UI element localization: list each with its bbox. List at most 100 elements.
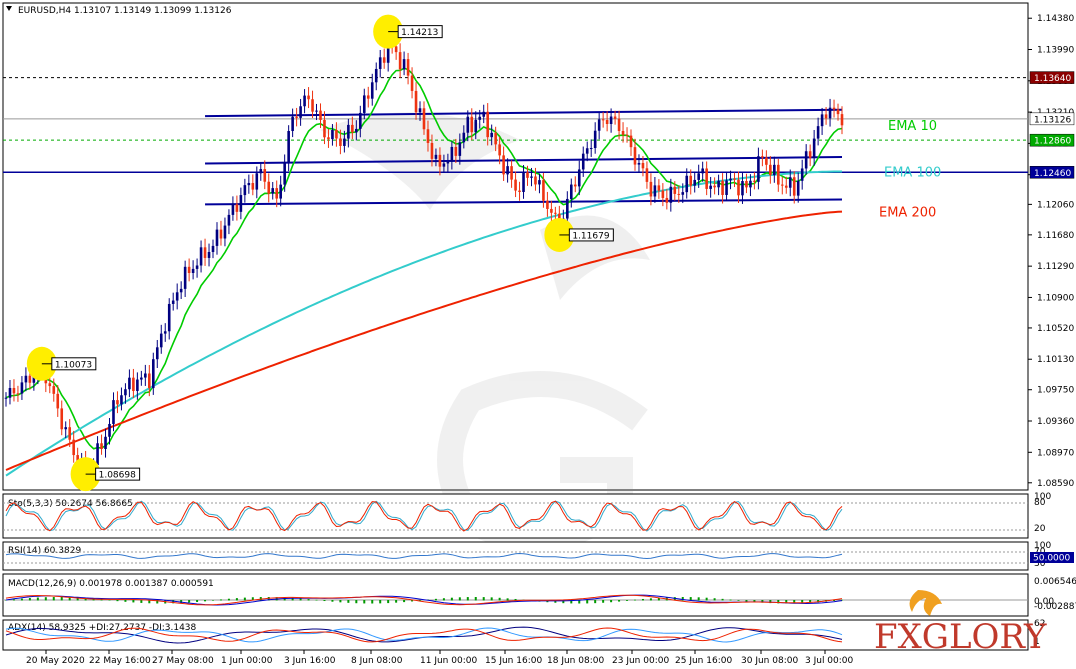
candle-body — [398, 52, 402, 70]
candle-body — [729, 178, 732, 181]
macd-histogram-bar — [12, 599, 15, 601]
candle-body — [307, 95, 310, 100]
candle-body — [498, 144, 501, 156]
candle-body — [538, 180, 541, 185]
candle-body — [681, 192, 685, 195]
candle-body — [327, 137, 330, 140]
candle-body — [402, 59, 406, 70]
candle-body — [8, 387, 12, 398]
candle-body — [589, 148, 593, 150]
macd-histogram-bar — [307, 599, 310, 601]
candle-body — [426, 129, 430, 143]
candle-body — [597, 119, 601, 131]
candle-body — [454, 146, 458, 156]
candle-body — [661, 190, 665, 198]
x-tick-label: 15 Jun 16:00 — [485, 656, 542, 666]
candle-body — [502, 155, 505, 175]
candle-body — [335, 129, 338, 139]
candle-body — [291, 116, 294, 132]
macd-histogram-bar — [140, 600, 143, 603]
x-tick-label: 30 Jun 08:00 — [741, 656, 798, 666]
candle-body — [518, 190, 521, 192]
candle-body — [303, 95, 306, 107]
candle-body — [179, 288, 183, 293]
y-tick-label: 1.08590 — [1037, 479, 1074, 489]
macd-histogram-bar — [299, 598, 302, 601]
candle-body — [112, 400, 115, 424]
candle-body — [745, 181, 748, 188]
annotation-label: 1.11679 — [572, 231, 609, 241]
candle-body — [366, 95, 370, 99]
candle-body — [382, 57, 386, 63]
candle-body — [124, 389, 127, 396]
indicator-tick-label: -0.002887 — [1034, 602, 1076, 612]
candle-body — [271, 188, 275, 194]
candle-body — [482, 111, 486, 117]
candle-body — [247, 183, 251, 186]
candle-body — [219, 229, 223, 239]
candle-body — [542, 180, 545, 201]
candle-body — [263, 169, 267, 182]
indicator-tick-label: 20 — [1034, 524, 1046, 534]
candle-body — [28, 375, 32, 383]
candle-body — [601, 119, 605, 121]
macd-histogram-bar — [713, 598, 716, 601]
macd-histogram-bar — [450, 597, 453, 601]
y-tick-label: 1.09360 — [1037, 417, 1074, 427]
candle-body — [414, 90, 418, 113]
y-tick-label: 1.14380 — [1037, 14, 1074, 24]
macd-histogram-bar — [339, 600, 342, 603]
eurusd-chart: 1.14213 1.11679 1.10073 1.08698 EMA 10 EMA 1… — [2, 2, 1076, 666]
candle-body — [788, 177, 792, 188]
candle-body — [48, 383, 52, 387]
candle-body — [605, 119, 609, 124]
candle-body — [653, 185, 657, 197]
y-tick-label: 1.08970 — [1037, 448, 1074, 458]
candle-body — [347, 124, 350, 139]
candle-body — [832, 107, 836, 110]
candle-body — [159, 333, 163, 348]
y-tick-label: 1.10130 — [1037, 355, 1074, 365]
macd-histogram-bar — [212, 600, 215, 601]
macd-histogram-bar — [235, 598, 238, 601]
macd-histogram-bar — [188, 600, 191, 603]
candle-body — [765, 157, 768, 165]
candle-body — [195, 265, 199, 269]
macd-histogram-bar — [20, 598, 23, 601]
macd-histogram-bar — [323, 600, 326, 602]
candle-body — [462, 132, 466, 143]
x-tick-label: 11 Jun 00:00 — [420, 656, 477, 666]
candle-body — [514, 179, 517, 191]
candle-body — [434, 154, 438, 159]
y-tick-label: 1.11680 — [1037, 231, 1074, 241]
candle-body — [72, 439, 75, 456]
macd-histogram-bar — [355, 600, 358, 604]
candle-body — [733, 178, 736, 180]
candle-body — [577, 169, 581, 187]
candle-body — [717, 180, 720, 188]
candle-body — [406, 59, 410, 76]
candle-body — [251, 183, 255, 190]
candle-body — [836, 109, 840, 115]
x-tick-label: 3 Jun 16:00 — [284, 656, 336, 666]
candle-body — [116, 400, 119, 405]
candle-body — [490, 132, 493, 138]
candle-body — [132, 377, 135, 391]
candle-body — [450, 146, 454, 162]
candle-body — [474, 119, 478, 133]
candle-body — [637, 162, 641, 165]
macd-histogram-bar — [204, 600, 207, 602]
y-tick-label: 1.11290 — [1037, 262, 1074, 272]
macd-histogram-bar — [626, 600, 629, 601]
macd-histogram-bar — [721, 598, 724, 601]
candle-body — [669, 186, 673, 203]
candle-body — [689, 175, 693, 186]
candle-body — [808, 151, 812, 158]
stochastic-label: Sto(5,3,3) 50.2674 56.8665 — [8, 499, 133, 509]
y-tick-label: 1.13990 — [1037, 46, 1074, 56]
candle-body — [741, 181, 744, 196]
macd-histogram-bar — [490, 597, 493, 601]
candle-body — [800, 168, 804, 181]
x-tick-label: 20 May 2020 — [26, 656, 85, 666]
price-axis: 1.143801.139901.136001.132101.128201.124… — [1028, 14, 1074, 489]
